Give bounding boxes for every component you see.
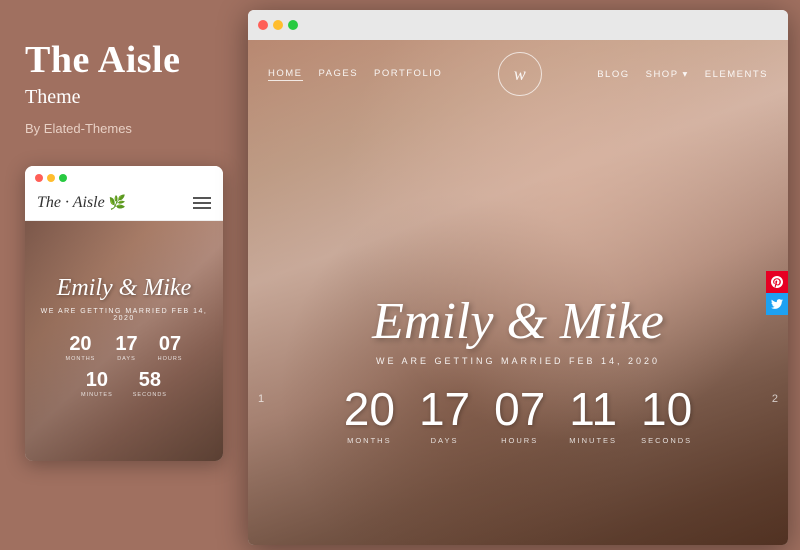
- desktop-count-days: 17 DAYS: [419, 386, 470, 445]
- desktop-count-days-num: 17: [419, 386, 470, 432]
- browser-dot-green: [288, 20, 298, 30]
- theme-subtitle: Theme: [25, 86, 220, 109]
- mobile-count-minutes-num: 10: [86, 370, 108, 390]
- nav-links-right: BLOG SHOP ▾ ELEMENTS: [597, 69, 768, 80]
- theme-author: By Elated-Themes: [25, 121, 220, 136]
- mobile-count-months-label: MONTHS: [66, 356, 96, 362]
- mobile-preview: The · Aisle 🌿 Emily & Mike WE ARE GETTIN…: [25, 166, 223, 461]
- mobile-tagline: WE ARE GETTING MARRIED FEB 14, 2020: [35, 308, 213, 322]
- mobile-count-months: 20 MONTHS: [66, 334, 96, 362]
- desktop-count-seconds-label: SECONDS: [641, 436, 692, 445]
- desktop-navbar: HOME PAGES PORTFOLIO w BLOG SHOP ▾ ELEME…: [248, 40, 788, 108]
- mobile-navbar: The · Aisle 🌿: [25, 186, 223, 221]
- mobile-hero: Emily & Mike WE ARE GETTING MARRIED FEB …: [25, 221, 223, 461]
- mobile-count-days-label: DAYS: [117, 356, 136, 362]
- mobile-count-minutes: 10 MINUTES: [81, 370, 113, 398]
- desktop-count-months: 20 MONTHS: [344, 386, 395, 445]
- mobile-dots-bar: [25, 166, 223, 186]
- nav-logo[interactable]: w: [498, 52, 542, 96]
- mobile-countdown-row2: 10 MINUTES 58 SECONDS: [81, 370, 167, 398]
- left-panel: The Aisle Theme By Elated-Themes The · A…: [0, 0, 245, 550]
- mobile-count-days-num: 17: [115, 334, 137, 354]
- mobile-logo: The · Aisle 🌿: [37, 194, 126, 212]
- desktop-count-minutes-label: MINUTES: [569, 436, 617, 445]
- desktop-count-seconds-num: 10: [641, 386, 692, 432]
- leaf-icon: 🌿: [109, 196, 126, 211]
- desktop-count-hours-num: 07: [494, 386, 545, 432]
- desktop-count-months-label: MONTHS: [347, 436, 392, 445]
- hamburger-button[interactable]: [193, 197, 211, 209]
- desktop-tagline: WE ARE GETTING MARRIED FEB 14, 2020: [376, 356, 660, 366]
- desktop-count-minutes: 11 MINUTES: [569, 386, 617, 445]
- mobile-count-days: 17 DAYS: [115, 334, 137, 362]
- mobile-count-hours-label: HOURS: [158, 356, 183, 362]
- dot-red: [35, 174, 43, 182]
- nav-pages[interactable]: PAGES: [319, 68, 359, 81]
- browser-dot-red: [258, 20, 268, 30]
- desktop-countdown: 20 MONTHS 17 DAYS 07 HOURS 11 MINUTES 10: [344, 386, 692, 445]
- pinterest-icon[interactable]: [766, 271, 788, 293]
- nav-portfolio[interactable]: PORTFOLIO: [374, 68, 442, 81]
- mobile-count-seconds-num: 58: [139, 370, 161, 390]
- desktop-count-hours-label: HOURS: [501, 436, 538, 445]
- mobile-count-minutes-label: MINUTES: [81, 392, 113, 398]
- mobile-count-months-num: 20: [69, 334, 91, 354]
- mobile-count-hours: 07 HOURS: [158, 334, 183, 362]
- nav-logo-letter: w: [514, 64, 526, 85]
- nav-elements[interactable]: ELEMENTS: [705, 69, 768, 80]
- social-icons: [766, 271, 788, 315]
- hamburger-line-2: [193, 202, 211, 204]
- nav-blog[interactable]: BLOG: [597, 69, 629, 80]
- twitter-icon[interactable]: [766, 293, 788, 315]
- page-prev[interactable]: 1: [258, 393, 264, 405]
- theme-title: The Aisle: [25, 40, 220, 82]
- desktop-browser: HOME PAGES PORTFOLIO w BLOG SHOP ▾ ELEME…: [248, 10, 788, 545]
- mobile-count-seconds-label: SECONDS: [133, 392, 167, 398]
- nav-home[interactable]: HOME: [268, 68, 303, 81]
- desktop-count-hours: 07 HOURS: [494, 386, 545, 445]
- nav-shop[interactable]: SHOP ▾: [646, 69, 689, 80]
- hamburger-line-3: [193, 207, 211, 209]
- desktop-count-months-num: 20: [344, 386, 395, 432]
- mobile-count-seconds: 58 SECONDS: [133, 370, 167, 398]
- desktop-count-minutes-num: 11: [569, 386, 617, 432]
- desktop-couple-name: Emily & Mike: [372, 296, 664, 348]
- hamburger-line-1: [193, 197, 211, 199]
- desktop-count-days-label: DAYS: [431, 436, 459, 445]
- desktop-count-seconds: 10 SECONDS: [641, 386, 692, 445]
- browser-bar: [248, 10, 788, 40]
- mobile-count-hours-num: 07: [159, 334, 181, 354]
- mobile-hero-content: Emily & Mike WE ARE GETTING MARRIED FEB …: [25, 221, 223, 461]
- mobile-couple-name: Emily & Mike: [57, 275, 192, 302]
- desktop-hero: HOME PAGES PORTFOLIO w BLOG SHOP ▾ ELEME…: [248, 40, 788, 545]
- browser-dot-yellow: [273, 20, 283, 30]
- nav-links-left: HOME PAGES PORTFOLIO: [268, 68, 442, 81]
- page-next[interactable]: 2: [772, 393, 778, 405]
- dot-green: [59, 174, 67, 182]
- dot-yellow: [47, 174, 55, 182]
- mobile-countdown-row1: 20 MONTHS 17 DAYS 07 HOURS: [66, 334, 183, 362]
- desktop-hero-content: Emily & Mike WE ARE GETTING MARRIED FEB …: [248, 296, 788, 445]
